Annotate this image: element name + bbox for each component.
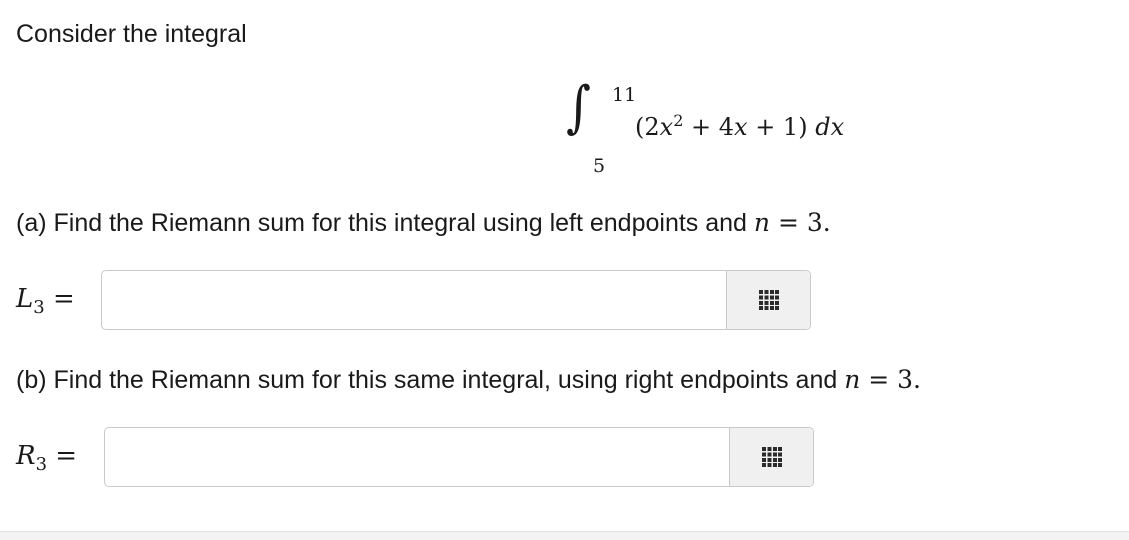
- part-b-n-value: = 3.: [860, 365, 922, 394]
- r3-equals: =: [47, 441, 78, 471]
- r3-label: R3 =: [16, 441, 77, 475]
- problem-intro: Consider the integral: [16, 20, 247, 48]
- integrand-exponent: 2: [673, 111, 684, 130]
- integrand-var-2: x: [734, 113, 748, 141]
- integral-lower-limit: 5: [593, 155, 606, 177]
- r3-answer-input[interactable]: [105, 428, 733, 486]
- l3-keypad-button[interactable]: [726, 271, 810, 329]
- l3-letter: L: [16, 284, 34, 314]
- integrand-var: x: [659, 113, 674, 141]
- integrand-dx: dx: [815, 113, 845, 141]
- r3-keypad-button[interactable]: [729, 428, 813, 486]
- integrand-middle: + 4: [683, 113, 735, 141]
- integrand-open: (2: [635, 113, 660, 141]
- part-b-question: (b) Find the Riemann sum for this same i…: [16, 365, 921, 395]
- keypad-grid-icon: [758, 290, 779, 310]
- part-a-n-value: = 3.: [770, 208, 831, 237]
- integral-upper-limit: 11: [612, 84, 637, 106]
- l3-answer-box: [101, 270, 811, 330]
- part-b-text: (b) Find the Riemann sum for this same i…: [16, 366, 845, 394]
- l3-equals: =: [44, 284, 75, 314]
- l3-answer-input[interactable]: [102, 271, 730, 329]
- integrand-end: + 1): [747, 113, 816, 141]
- l3-label: L3 =: [16, 284, 75, 318]
- part-a-question: (a) Find the Riemann sum for this integr…: [16, 208, 831, 238]
- part-a-n: n: [753, 208, 770, 237]
- integrand: (2x2 + 4x + 1) dx: [635, 111, 845, 141]
- part-a-text: (a) Find the Riemann sum for this integr…: [16, 209, 754, 237]
- integral-sign: ∫: [566, 75, 591, 140]
- r3-letter: R: [16, 441, 36, 471]
- r3-subscript: 3: [35, 454, 48, 476]
- r3-answer-box: [104, 427, 814, 487]
- part-b-n: n: [844, 365, 861, 394]
- l3-subscript: 3: [33, 297, 45, 319]
- keypad-grid-icon: [761, 447, 782, 467]
